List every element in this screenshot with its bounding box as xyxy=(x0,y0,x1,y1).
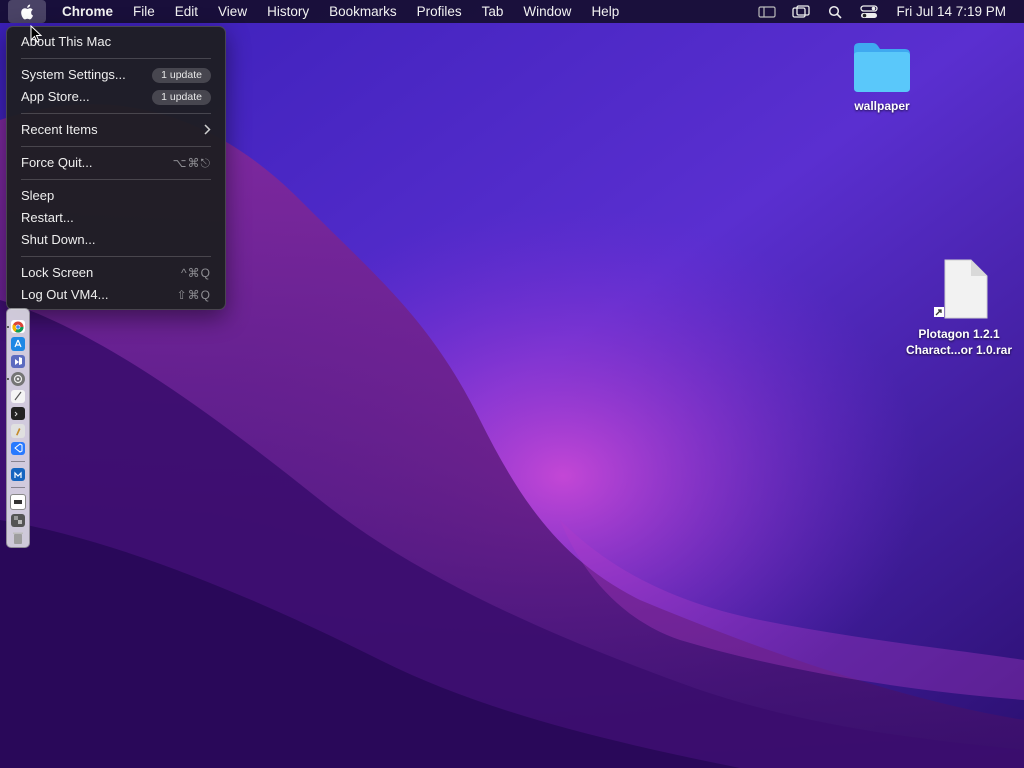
terminal-icon[interactable] xyxy=(11,406,25,421)
keyboard-shortcut: ⇧⌘Q xyxy=(176,288,211,302)
menu-bar-clock[interactable]: Fri Jul 14 7:19 PM xyxy=(896,4,1006,19)
menu-separator xyxy=(21,146,211,147)
running-indicator xyxy=(7,378,9,381)
textedit-icon[interactable] xyxy=(11,389,25,403)
menu-history[interactable]: History xyxy=(257,0,319,23)
desktop-folder-wallpaper[interactable]: wallpaper xyxy=(842,40,922,114)
dock-separator xyxy=(11,461,25,462)
update-badge: 1 update xyxy=(152,89,211,105)
menu-item-label: System Settings... xyxy=(21,67,126,82)
trash-icon[interactable] xyxy=(11,531,25,545)
menu-item-system-settings[interactable]: System Settings... 1 update xyxy=(7,64,225,86)
file-label-line2: Charact...or 1.0.rar xyxy=(905,343,1013,357)
keyboard-shortcut: ^⌘Q xyxy=(181,266,211,280)
downloads-stack-icon[interactable] xyxy=(11,513,25,528)
dock-separator xyxy=(11,487,25,489)
menu-separator xyxy=(21,256,211,257)
desktop-screen: Chrome File Edit View History Bookmarks … xyxy=(0,0,1024,768)
mouse-cursor-icon xyxy=(30,25,42,43)
menu-item-label: Log Out VM4... xyxy=(21,287,109,302)
menu-tab[interactable]: Tab xyxy=(472,0,514,23)
menu-item-label: Sleep xyxy=(21,188,55,203)
menu-file[interactable]: File xyxy=(123,0,165,23)
chrome-app-icon[interactable] xyxy=(7,320,25,334)
menu-view[interactable]: View xyxy=(208,0,257,23)
menu-separator xyxy=(21,113,211,114)
menu-item-app-store[interactable]: App Store... 1 update xyxy=(7,86,225,108)
folder-icon xyxy=(854,43,910,92)
folder-label: wallpaper xyxy=(854,99,910,113)
update-badge: 1 update xyxy=(152,67,211,83)
vscode-icon[interactable] xyxy=(11,441,25,455)
menu-item-shut-down[interactable]: Shut Down... xyxy=(7,229,225,251)
menu-bar: Chrome File Edit View History Bookmarks … xyxy=(0,0,1024,23)
document-thumbnail-icon[interactable] xyxy=(10,494,26,510)
menu-item-label: Lock Screen xyxy=(21,265,94,280)
menu-item-label: Recent Items xyxy=(21,122,98,137)
menu-window[interactable]: Window xyxy=(513,0,581,23)
menu-profiles[interactable]: Profiles xyxy=(407,0,472,23)
menu-bookmarks[interactable]: Bookmarks xyxy=(319,0,407,23)
screen-mirroring-icon[interactable] xyxy=(790,0,812,23)
menu-item-label: Shut Down... xyxy=(21,232,96,247)
menu-item-restart[interactable]: Restart... xyxy=(7,207,225,229)
menu-edit[interactable]: Edit xyxy=(165,0,208,23)
sidebar-icon[interactable] xyxy=(756,0,778,23)
menu-item-label: Force Quit... xyxy=(21,155,93,170)
menu-separator xyxy=(21,58,211,59)
system-settings-icon[interactable] xyxy=(7,372,25,386)
keyboard-shortcut: ⌥⌘⎋ xyxy=(172,156,211,170)
spotlight-search-icon[interactable] xyxy=(824,0,846,23)
app-store-icon[interactable] xyxy=(11,337,25,351)
menu-item-force-quit[interactable]: Force Quit... ⌥⌘⎋ xyxy=(7,152,225,174)
script-editor-icon[interactable] xyxy=(11,424,25,438)
apple-menu-dropdown: About This Mac System Settings... 1 upda… xyxy=(6,26,226,310)
document-file-icon xyxy=(934,259,988,319)
menu-item-label: App Store... xyxy=(21,89,90,104)
menu-item-sleep[interactable]: Sleep xyxy=(7,185,225,207)
menu-item-lock-screen[interactable]: Lock Screen ^⌘Q xyxy=(7,262,225,284)
menu-item-recent-items[interactable]: Recent Items xyxy=(7,119,225,141)
menu-item-label: Restart... xyxy=(21,210,74,225)
visual-studio-icon[interactable] xyxy=(11,354,25,369)
menu-help[interactable]: Help xyxy=(581,0,629,23)
dock xyxy=(6,308,30,548)
apple-logo-icon[interactable] xyxy=(8,0,46,23)
file-label-line1: Plotagon 1.2.1 xyxy=(918,327,1000,341)
desktop-file-plotagon[interactable]: Plotagon 1.2.1 Charact...or 1.0.rar xyxy=(896,258,1022,358)
menu-separator xyxy=(21,179,211,180)
running-indicator xyxy=(7,326,9,328)
menu-app-name[interactable]: Chrome xyxy=(52,0,123,23)
control-center-icon[interactable] xyxy=(858,0,880,23)
maxon-app-icon[interactable] xyxy=(11,467,25,482)
menu-item-log-out[interactable]: Log Out VM4... ⇧⌘Q xyxy=(7,284,225,306)
chevron-right-icon xyxy=(203,119,211,141)
